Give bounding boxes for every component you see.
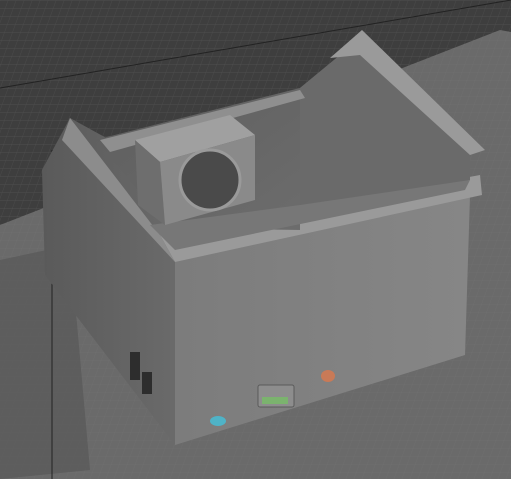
viewport-canvas[interactable]: [0, 0, 511, 479]
side-slot-2: [142, 372, 152, 394]
round-jack-right[interactable]: [321, 370, 335, 382]
3d-viewport[interactable]: [0, 0, 511, 479]
usb-port-cutout[interactable]: [262, 397, 288, 404]
side-slot: [130, 352, 140, 380]
round-jack-left[interactable]: [210, 416, 226, 426]
circle-hole-icon: [178, 148, 242, 212]
